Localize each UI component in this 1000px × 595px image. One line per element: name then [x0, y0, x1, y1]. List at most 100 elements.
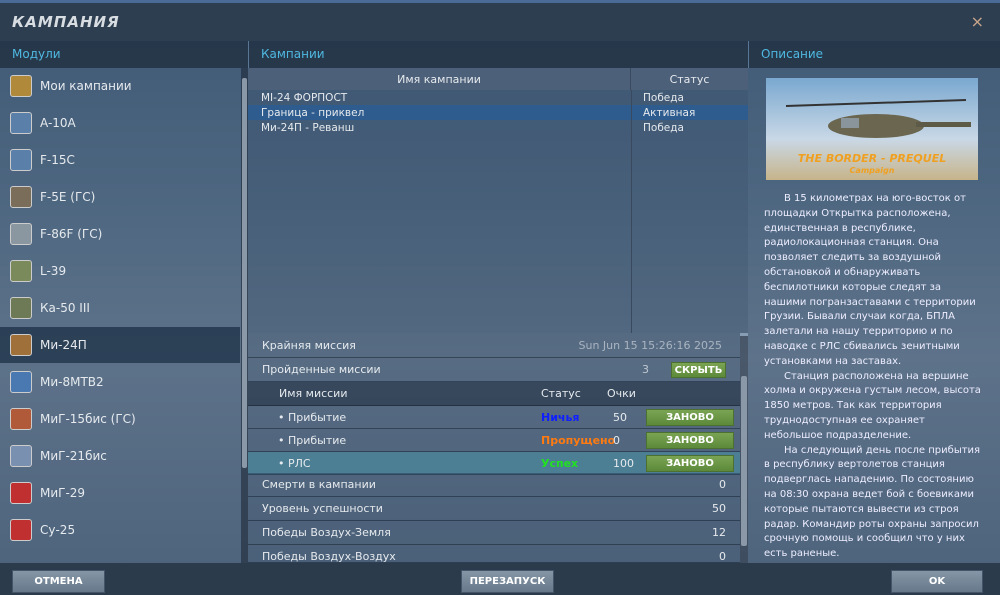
close-icon[interactable]: × — [971, 12, 984, 31]
campaign-status: Победа — [643, 121, 684, 134]
replay-button[interactable]: ЗАНОВО — [646, 454, 734, 472]
campaigns-panel: Имя кампании Статус MI-24 ФОРПОСТ Победа Г… — [248, 68, 748, 563]
footer-bar: ОТМЕНА ПЕРЕЗАПУСК OK — [0, 563, 1000, 595]
mission-row[interactable]: • Прибытие Ничья 50 ЗАНОВО — [248, 406, 740, 429]
module-item[interactable]: МиГ-15бис (ГС) — [0, 401, 240, 437]
col-mission-name: Имя миссии — [279, 387, 348, 400]
module-item[interactable]: F-5E (ГС) — [0, 179, 240, 215]
campaign-row[interactable]: MI-24 ФОРПОСТ Победа — [248, 90, 748, 105]
cancel-button[interactable]: ОТМЕНА — [12, 570, 105, 593]
description-panel: THE BORDER - PREQUEL Campaign В 15 килом… — [748, 68, 1000, 563]
f5e-icon — [10, 186, 32, 208]
campaign-row[interactable]: Ми-24П - Реванш Победа — [248, 120, 748, 135]
modules-header: Модули — [0, 41, 248, 68]
module-item[interactable]: Ка-50 III — [0, 290, 240, 326]
module-label: Су-25 — [40, 523, 76, 537]
passed-missions-label: Пройденные миссии — [262, 363, 381, 376]
campaigns-header: Кампании — [249, 41, 748, 68]
description-paragraph: На следующий день после прибытия в респу… — [764, 444, 981, 560]
mission-name: • Прибытие — [278, 410, 347, 424]
description-text: В 15 километрах на юго-восток от площадк… — [764, 192, 984, 562]
description-paragraph: В 15 километрах на юго-восток от площадк… — [764, 193, 976, 367]
module-item[interactable]: Су-25 — [0, 512, 240, 548]
scrollbar-thumb[interactable] — [242, 78, 247, 468]
mission-row[interactable]: • РЛС Успех 100 ЗАНОВО — [248, 452, 740, 475]
col-campaign-name[interactable]: Имя кампании — [248, 68, 631, 90]
module-item[interactable]: Ми-8МТВ2 — [0, 364, 240, 400]
module-label: A-10A — [40, 116, 76, 130]
module-item[interactable]: Ми-24П — [0, 327, 240, 363]
module-item[interactable]: A-10A — [0, 105, 240, 141]
module-label: Ми-24П — [40, 338, 87, 352]
banner-title: THE BORDER - PREQUEL — [797, 152, 947, 165]
mission-row[interactable]: • Прибытие Пропущено 0 ЗАНОВО — [248, 429, 740, 452]
missions-header: Имя миссии Статус Очки — [248, 382, 740, 406]
module-item[interactable]: МиГ-29 — [0, 475, 240, 511]
replay-button[interactable]: ЗАНОВО — [646, 408, 734, 426]
campaign-name: Граница - приквел — [261, 106, 365, 119]
col-campaign-status[interactable]: Статус — [631, 68, 748, 90]
module-label: МиГ-29 — [40, 486, 86, 500]
mission-name: • РЛС — [278, 456, 311, 470]
campaign-status: Победа — [643, 91, 684, 104]
description-paragraph: Станция расположена на вершине холма и о… — [764, 370, 981, 441]
column-divider — [631, 90, 632, 333]
modules-list: Мои кампании A-10A F-15C F-5E (ГС) F-86F (ГС… — [0, 68, 248, 563]
a10a-badge-icon — [10, 112, 32, 134]
l39-icon — [10, 260, 32, 282]
hide-button[interactable]: СКРЫТЬ — [671, 361, 726, 378]
window-title: КАМПАНИЯ — [12, 13, 120, 31]
air-ground-value: 12 — [712, 526, 726, 539]
last-mission-value: Sun Jun 15 15:26:16 2025 — [578, 338, 723, 352]
campaign-name: MI-24 ФОРПОСТ — [261, 91, 348, 104]
last-mission-row: Крайняя миссия Sun Jun 15 15:26:16 2025 — [248, 333, 740, 358]
mission-status: Пропущено — [541, 433, 616, 447]
banner-subtitle: Campaign — [849, 166, 895, 175]
mission-status: Успех — [541, 456, 579, 470]
module-label: МиГ-21бис — [40, 449, 107, 463]
campaign-name: Ми-24П - Реванш — [261, 121, 355, 134]
stats-scrollbar[interactable] — [740, 336, 748, 563]
air-air-label: Победы Воздух-Воздух — [262, 550, 396, 563]
success-row: Уровень успешности 50 — [248, 497, 740, 521]
campaign-table: Имя кампании Статус MI-24 ФОРПОСТ Победа Г… — [248, 68, 748, 333]
deaths-value: 0 — [719, 478, 726, 491]
col-mission-points: Очки — [607, 387, 636, 400]
replay-button[interactable]: ЗАНОВО — [646, 431, 734, 449]
module-label: F-15C — [40, 153, 75, 167]
deaths-label: Смерти в кампании — [262, 478, 376, 491]
module-label: F-5E (ГС) — [40, 190, 96, 204]
campaign-row[interactable]: Граница - приквел Активная — [248, 105, 748, 120]
module-item[interactable]: F-86F (ГС) — [0, 216, 240, 252]
su25-badge-icon — [10, 519, 32, 541]
module-item[interactable]: F-15C — [0, 142, 240, 178]
air-air-row: Победы Воздух-Воздух 0 — [248, 545, 740, 563]
deaths-row: Смерти в кампании 0 — [248, 473, 740, 497]
module-item[interactable]: L-39 — [0, 253, 240, 289]
restart-button[interactable]: ПЕРЕЗАПУСК — [461, 570, 554, 593]
scrollbar-thumb[interactable] — [741, 376, 747, 546]
ok-button[interactable]: OK — [891, 570, 983, 593]
modules-scrollbar[interactable] — [241, 68, 248, 563]
mig15-icon — [10, 408, 32, 430]
folder-icon — [10, 75, 32, 97]
description-header: Описание — [749, 41, 1000, 68]
f15c-badge-icon — [10, 149, 32, 171]
mig29-badge-icon — [10, 482, 32, 504]
module-item[interactable]: Мои кампании — [0, 68, 240, 104]
campaign-table-header: Имя кампании Статус — [248, 68, 748, 90]
mission-points: 50 — [613, 410, 627, 424]
mission-points: 100 — [613, 456, 634, 470]
passed-missions-row: Пройденные миссии 3 СКРЫТЬ — [248, 358, 740, 382]
mi8-icon — [10, 371, 32, 393]
module-label: Мои кампании — [40, 79, 132, 93]
campaign-status: Активная — [643, 106, 696, 119]
last-mission-label: Крайняя миссия — [262, 338, 356, 352]
success-label: Уровень успешности — [262, 502, 383, 515]
module-item[interactable]: МиГ-21бис — [0, 438, 240, 474]
air-ground-row: Победы Воздух-Земля 12 — [248, 521, 740, 545]
module-label: F-86F (ГС) — [40, 227, 103, 241]
col-mission-status: Статус — [541, 387, 581, 400]
module-label: L-39 — [40, 264, 67, 278]
success-value: 50 — [712, 502, 726, 515]
